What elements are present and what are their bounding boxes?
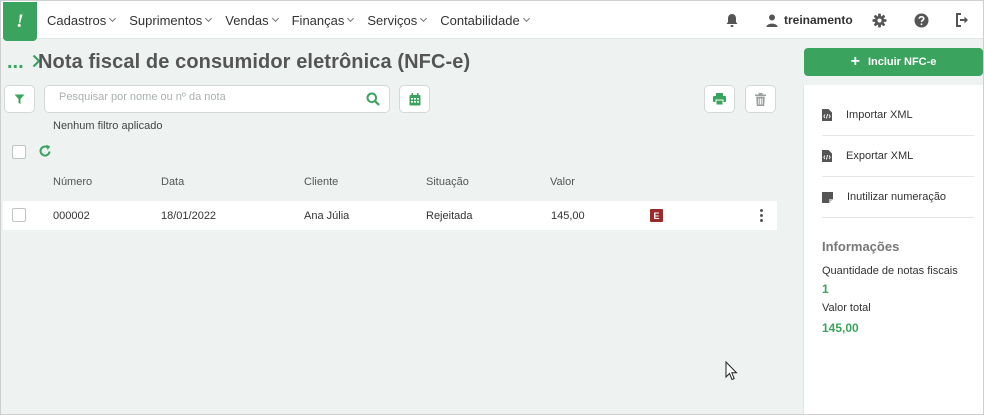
breadcrumb[interactable]: ... (7, 51, 41, 74)
import-xml-action[interactable]: Importar XML (822, 95, 974, 136)
xml-file-icon (822, 150, 832, 162)
user-icon (766, 14, 778, 27)
xml-file-icon (822, 109, 832, 121)
cell-data: 18/01/2022 (161, 210, 217, 222)
app-logo[interactable]: ! (3, 2, 37, 41)
info-title: Informações (822, 239, 900, 254)
plus-icon: + (850, 53, 860, 70)
menu-vendas[interactable]: Vendas (225, 13, 279, 28)
search-box (44, 85, 390, 113)
column-header-valor[interactable]: Valor (550, 176, 575, 188)
cell-numero: 000002 (53, 210, 90, 222)
user-name: treinamento (784, 13, 853, 27)
select-all-checkbox[interactable] (12, 145, 26, 159)
filter-button[interactable] (4, 85, 35, 113)
row-checkbox[interactable] (12, 208, 26, 222)
total-label: Valor total (822, 302, 871, 314)
chevron-down-icon (271, 14, 279, 23)
cell-cliente: Ana Júlia (304, 210, 350, 222)
export-xml-action[interactable]: Exportar XML (822, 136, 974, 177)
mouse-cursor-icon (725, 361, 738, 381)
menu-financas[interactable]: Finanças (292, 13, 355, 28)
search-icon[interactable] (366, 92, 380, 106)
refresh-icon (39, 144, 51, 157)
kebab-dot (759, 219, 763, 222)
menu-cadastros[interactable]: Cadastros (47, 13, 117, 28)
search-input[interactable] (59, 91, 349, 103)
cell-situacao: Rejeitada (426, 210, 473, 222)
refresh-button[interactable] (38, 144, 52, 163)
note-icon (822, 191, 833, 203)
menu-servicos[interactable]: Serviços (367, 13, 428, 28)
user-menu[interactable]: treinamento (766, 1, 853, 39)
chevron-down-icon (347, 14, 355, 23)
side-panel: Importar XML Exportar XML Inutilizar num… (803, 85, 983, 414)
settings-button[interactable] (872, 1, 887, 39)
chevron-down-icon (420, 14, 428, 23)
chevron-down-icon (109, 14, 117, 23)
bell-icon (726, 13, 738, 27)
help-icon (914, 13, 929, 27)
filter-icon (14, 94, 25, 104)
kebab-dot (759, 214, 763, 217)
column-header-numero[interactable]: Número (53, 176, 92, 188)
column-header-data[interactable]: Data (161, 176, 184, 188)
row-actions-menu[interactable] (759, 209, 763, 224)
logout-icon (956, 13, 968, 27)
main-menu: Cadastros Suprimentos Vendas Finanças Se… (47, 1, 543, 39)
total-value: 145,00 (822, 321, 859, 335)
void-numbering-action[interactable]: Inutilizar numeração (822, 177, 974, 218)
help-button[interactable] (914, 1, 929, 39)
rejected-status-badge: E (650, 209, 663, 222)
logout-button[interactable] (955, 1, 970, 39)
menu-suprimentos[interactable]: Suprimentos (129, 13, 213, 28)
printer-icon (713, 93, 726, 105)
trash-icon (755, 92, 766, 106)
column-header-cliente[interactable]: Cliente (304, 176, 338, 188)
count-label: Quantidade de notas fiscais (822, 265, 958, 277)
calendar-icon (409, 92, 420, 105)
table-row[interactable]: 000002 18/01/2022 Ana Júlia Rejeitada 14… (3, 201, 777, 230)
app-window: ! Cadastros Suprimentos Vendas Finanças … (0, 0, 984, 415)
delete-button[interactable] (745, 85, 776, 113)
include-nfce-button[interactable]: + Incluir NFC-e (804, 48, 983, 76)
filter-status: Nenhum filtro aplicado (53, 120, 163, 132)
gear-icon (872, 12, 887, 28)
kebab-dot (759, 209, 763, 212)
column-header-situacao[interactable]: Situação (426, 176, 469, 188)
top-navbar: ! Cadastros Suprimentos Vendas Finanças … (1, 1, 983, 41)
chevron-down-icon (522, 14, 530, 23)
count-value: 1 (822, 282, 829, 296)
page-title: Nota fiscal de consumidor eletrônica (NF… (38, 51, 471, 73)
chevron-down-icon (205, 14, 213, 23)
date-filter-button[interactable] (399, 85, 430, 113)
menu-contabilidade[interactable]: Contabilidade (440, 13, 530, 28)
notifications-button[interactable] (725, 1, 739, 39)
cell-valor: 145,00 (551, 210, 585, 222)
print-button[interactable] (704, 85, 735, 113)
